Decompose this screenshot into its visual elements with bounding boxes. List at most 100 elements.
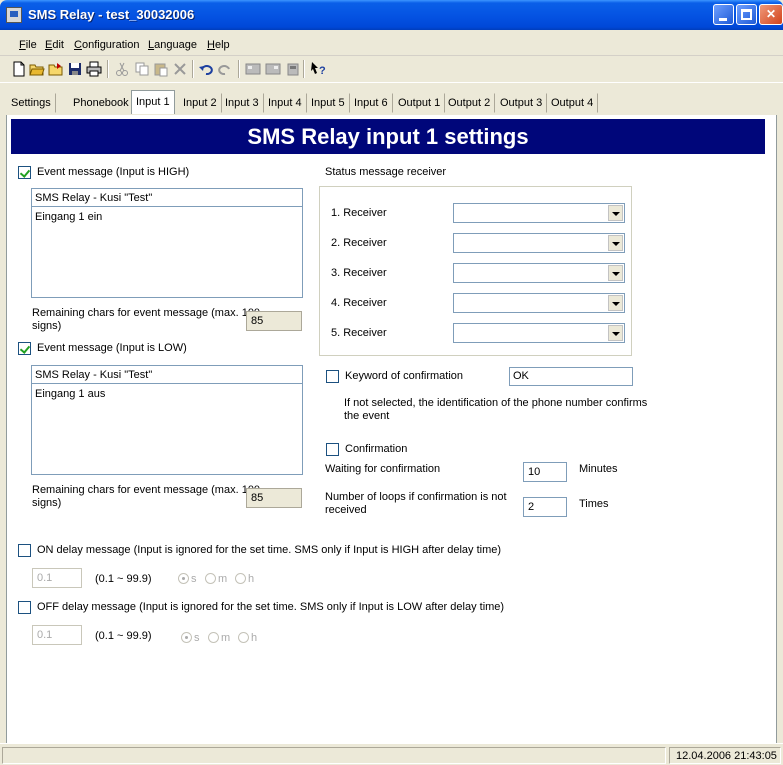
toolbar-separator [192, 60, 194, 78]
loops-label-1: Number of loops if confirmation is not [325, 491, 507, 503]
receivers-title: Status message receiver [325, 166, 447, 178]
waiting-input[interactable]: 10 [523, 462, 567, 482]
close-icon: ✕ [765, 7, 777, 21]
menu-language[interactable]: Language [148, 39, 197, 51]
on-delay-input[interactable]: 0.1 [32, 568, 82, 588]
on-delay-unit-h-radio[interactable] [235, 573, 246, 584]
window-title: SMS Relay - test_30032006 [28, 7, 195, 22]
download-icon[interactable] [265, 61, 281, 77]
remaining-high-count: 85 [246, 311, 302, 331]
tab-input-6[interactable]: Input 6 [349, 93, 393, 113]
receiver-3-label: 3. Receiver [331, 267, 387, 279]
cut-icon[interactable] [114, 61, 130, 77]
off-delay-label: OFF delay message (Input is ignored for … [37, 601, 505, 613]
menu-configuration[interactable]: Configuration [74, 39, 139, 51]
off-delay-checkbox[interactable] [18, 601, 31, 614]
new-icon[interactable] [11, 61, 27, 77]
event-low-label: Event message (Input is LOW) [37, 342, 187, 354]
toolbar-separator [238, 60, 240, 78]
receiver-1-select[interactable] [453, 203, 625, 223]
receiver-2-label: 2. Receiver [331, 237, 387, 249]
tab-output-2[interactable]: Output 2 [443, 93, 496, 113]
off-delay-unit-h-radio[interactable] [238, 632, 249, 643]
menu-edit[interactable]: Edit [45, 39, 64, 51]
off-delay-unit-h-label: h [251, 632, 258, 644]
help-icon[interactable]: ? [310, 61, 326, 77]
receiver-3-select[interactable] [453, 263, 625, 283]
receiver-4-label: 4. Receiver [331, 297, 387, 309]
tab-output-1[interactable]: Output 1 [393, 93, 446, 113]
open-folder-icon[interactable] [48, 61, 64, 77]
chevron-down-icon[interactable] [608, 235, 623, 251]
minimize-button[interactable] [713, 4, 734, 25]
off-delay-unit-s-radio[interactable] [181, 632, 192, 643]
paste-icon[interactable] [153, 61, 169, 77]
event-high-message[interactable]: SMS Relay - Kusi "Test" Eingang 1 ein [31, 188, 303, 298]
loops-label-2: received [325, 504, 367, 516]
tab-input-1[interactable]: Input 1 [131, 90, 175, 114]
tab-phonebook[interactable]: Phonebook [68, 93, 134, 113]
upload-icon[interactable] [245, 61, 261, 77]
confirmation-label: Confirmation [345, 443, 408, 455]
event-high-subject[interactable]: SMS Relay - Kusi "Test" [32, 189, 302, 207]
event-high-checkbox[interactable] [18, 166, 31, 179]
on-delay-unit-s-radio[interactable] [178, 573, 189, 584]
chevron-down-icon[interactable] [608, 325, 623, 341]
tab-input-3[interactable]: Input 3 [220, 93, 264, 113]
title-bar[interactable]: SMS Relay - test_30032006 ✕ [0, 0, 783, 30]
on-delay-unit-m-radio[interactable] [205, 573, 216, 584]
on-delay-label: ON delay message (Input is ignored for t… [37, 544, 502, 556]
keyword-note-1: If not selected, the identification of t… [344, 397, 648, 409]
tab-input-2[interactable]: Input 2 [178, 93, 222, 113]
waiting-unit: Minutes [579, 463, 618, 475]
copy-icon[interactable] [134, 61, 150, 77]
open-icon[interactable] [29, 61, 45, 77]
device-icon[interactable] [285, 61, 301, 77]
event-low-checkbox[interactable] [18, 342, 31, 355]
remaining-high-label-1: Remaining chars for event message (max. … [32, 307, 261, 319]
chevron-down-icon[interactable] [608, 265, 623, 281]
tab-input-5[interactable]: Input 5 [306, 93, 350, 113]
page-title: SMS Relay input 1 settings [11, 119, 765, 154]
receiver-5-label: 5. Receiver [331, 327, 387, 339]
receiver-4-select[interactable] [453, 293, 625, 313]
chevron-down-icon[interactable] [608, 205, 623, 221]
menu-file[interactable]: File [19, 39, 37, 51]
chevron-down-icon[interactable] [608, 295, 623, 311]
keyword-checkbox[interactable] [326, 370, 339, 383]
close-button[interactable]: ✕ [759, 4, 783, 25]
undo-icon[interactable] [198, 61, 214, 77]
confirmation-checkbox[interactable] [326, 443, 339, 456]
receiver-5-select[interactable] [453, 323, 625, 343]
off-delay-input[interactable]: 0.1 [32, 625, 82, 645]
svg-text:?: ? [319, 65, 326, 77]
remaining-high-label-2: signs) [32, 320, 62, 332]
loops-unit: Times [579, 498, 609, 510]
maximize-button[interactable] [736, 4, 757, 25]
tab-input-4[interactable]: Input 4 [263, 93, 307, 113]
tab-settings[interactable]: Settings [6, 93, 56, 113]
tab-output-4[interactable]: Output 4 [546, 93, 599, 113]
off-delay-unit-m-radio[interactable] [208, 632, 219, 643]
keyword-input[interactable]: OK [509, 367, 633, 386]
delete-icon[interactable] [172, 61, 188, 77]
receiver-2-select[interactable] [453, 233, 625, 253]
event-low-message[interactable]: SMS Relay - Kusi "Test" Eingang 1 aus [31, 365, 303, 475]
redo-icon[interactable] [217, 61, 233, 77]
print-icon[interactable] [86, 61, 102, 77]
event-high-body[interactable]: Eingang 1 ein [35, 211, 102, 223]
waiting-label: Waiting for confirmation [325, 463, 441, 475]
menu-help[interactable]: Help [207, 39, 230, 51]
receiver-1-label: 1. Receiver [331, 207, 387, 219]
off-delay-range: (0.1 ~ 99.9) [95, 630, 152, 642]
event-low-body[interactable]: Eingang 1 aus [35, 388, 105, 400]
on-delay-unit-h-label: h [248, 573, 255, 585]
menu-bar: File Edit Configuration Language Help [0, 30, 783, 56]
loops-input[interactable]: 2 [523, 497, 567, 517]
event-low-subject[interactable]: SMS Relay - Kusi "Test" [32, 366, 302, 384]
remaining-low-label-2: signs) [32, 497, 62, 509]
save-icon[interactable] [67, 61, 83, 77]
tab-output-3[interactable]: Output 3 [495, 93, 548, 113]
on-delay-checkbox[interactable] [18, 544, 31, 557]
toolbar-separator [303, 60, 305, 78]
